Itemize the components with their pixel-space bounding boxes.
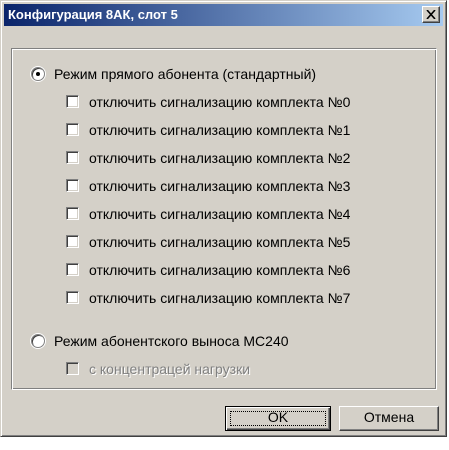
checkbox-label: отключить сигнализацию комплекта №2 bbox=[89, 150, 351, 166]
ok-button-label: OK bbox=[267, 409, 289, 425]
window-title: Конфигурация 8АК, слот 5 bbox=[8, 7, 178, 22]
checkbox-label: отключить сигнализацию комплекта №5 bbox=[89, 234, 351, 250]
dialog-window: Конфигурация 8АК, слот 5 Режим прямого а… bbox=[0, 0, 447, 437]
checkbox-icon bbox=[66, 179, 79, 192]
checkbox-icon bbox=[66, 263, 79, 276]
close-button[interactable] bbox=[422, 6, 440, 23]
checkbox-icon bbox=[66, 291, 79, 304]
concentrator-label: с концентрацей нагрузки bbox=[89, 361, 251, 377]
radio-unselected-icon bbox=[31, 334, 45, 348]
checkbox-disabled-icon bbox=[66, 362, 79, 375]
cancel-button-label: Отмена bbox=[363, 409, 415, 425]
checkbox-label: отключить сигнализацию комплекта №4 bbox=[89, 206, 351, 222]
radio-selected-icon bbox=[31, 67, 45, 81]
checkbox-icon bbox=[66, 235, 79, 248]
checkbox-label: отключить сигнализацию комплекта №7 bbox=[89, 290, 351, 306]
cancel-button[interactable]: Отмена bbox=[339, 406, 439, 431]
direct-mode-label: Режим прямого абонента (стандартный) bbox=[54, 66, 317, 82]
checkbox-label: отключить сигнализацию комплекта №0 bbox=[89, 94, 351, 110]
checkbox-label: отключить сигнализацию комплекта №3 bbox=[89, 178, 351, 194]
checkbox-label: отключить сигнализацию комплекта №1 bbox=[89, 122, 351, 138]
close-icon bbox=[426, 10, 436, 19]
remote-mode-label: Режим абонентского выноса МС240 bbox=[54, 333, 289, 349]
checkbox-icon bbox=[66, 207, 79, 220]
checkbox-icon bbox=[66, 123, 79, 136]
ok-button[interactable]: OK bbox=[225, 406, 331, 431]
checkbox-icon bbox=[66, 95, 79, 108]
title-bar[interactable]: Конфигурация 8АК, слот 5 bbox=[4, 4, 443, 26]
checkbox-icon bbox=[66, 151, 79, 164]
checkbox-label: отключить сигнализацию комплекта №6 bbox=[89, 262, 351, 278]
